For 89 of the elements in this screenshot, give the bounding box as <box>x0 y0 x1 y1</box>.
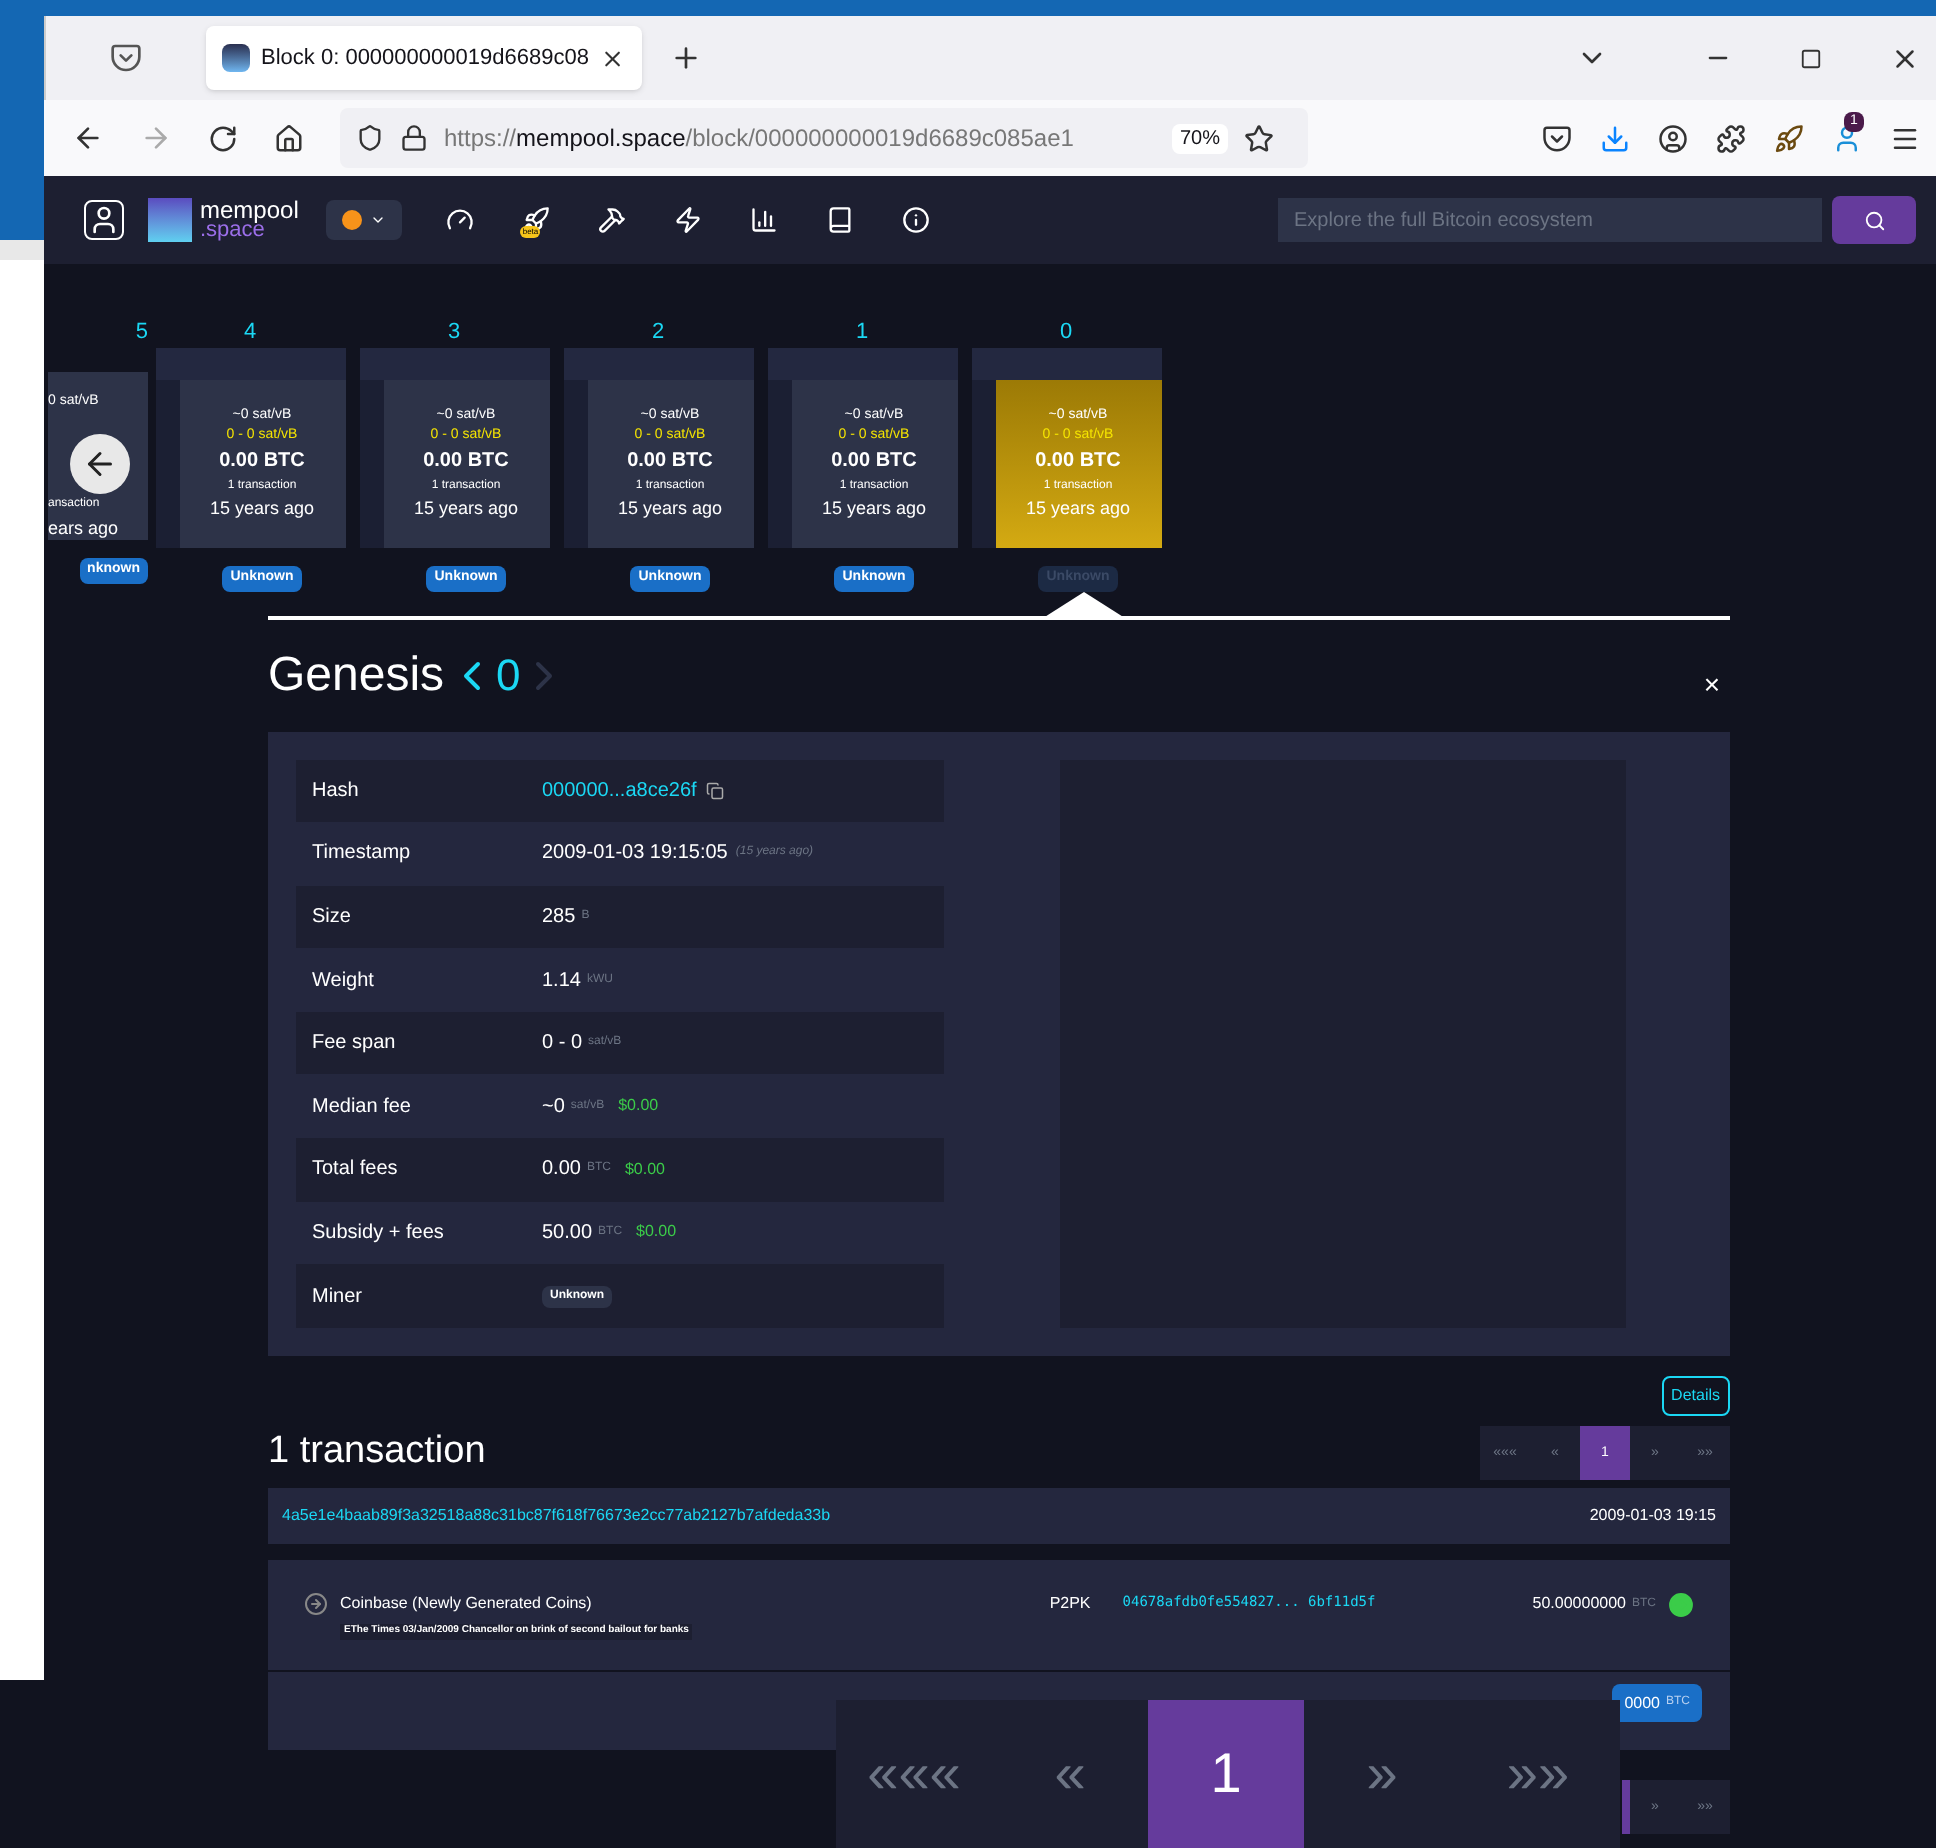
url-text: https://mempool.space/block/000000000019d6689c085ae1 <box>444 122 1076 156</box>
block-height: 1 <box>855 318 869 348</box>
address-bar[interactable]: https://mempool.space/block/000000000019d6689c085ae1 70% <box>340 108 1308 168</box>
block-height: 5 <box>135 318 148 348</box>
search-field[interactable]: Explore the full Bitcoin ecosystem <box>1278 198 1822 242</box>
page-button[interactable]: 1 <box>1148 1700 1304 1848</box>
txid-link[interactable]: 4a5e1e4baab89f3a32518a88c31bc87f618f76673e2cc77ab2127b7afdeda33b <box>282 1504 831 1529</box>
extension-icon[interactable] <box>1832 123 1862 153</box>
site-favicon <box>222 44 250 72</box>
maximize-icon[interactable] <box>1800 47 1822 69</box>
field-value: ~0 <box>542 1093 565 1122</box>
home-icon[interactable] <box>274 123 304 153</box>
user-icon[interactable] <box>84 200 124 240</box>
field-value: 0 - 0 <box>542 1030 583 1059</box>
lightning-icon[interactable] <box>674 206 703 234</box>
tab-title: Block 0: 000000000019d6689c08 <box>261 43 589 74</box>
input-label: Coinbase (Newly Generated Coins) <box>340 1592 594 1617</box>
field-value: 1.14 <box>542 967 581 996</box>
transactions-heading: 1 transaction <box>268 1427 486 1476</box>
block-age: 15 years ago <box>617 496 723 522</box>
output-amount: 50.00000000 <box>1532 1592 1626 1617</box>
total-amount: 0000 <box>1624 1691 1660 1716</box>
block-amount: 0.00 BTC <box>219 448 305 476</box>
search-icon <box>1863 209 1885 231</box>
extension-icon[interactable] <box>1774 123 1804 153</box>
bitcoin-icon <box>342 210 363 230</box>
field-value: 285 <box>542 903 576 932</box>
reload-icon[interactable] <box>208 123 238 153</box>
block-age: ears ago <box>48 516 119 540</box>
field-value: 0.00 <box>542 1156 581 1185</box>
field-value: 2009-01-03 19:15:05 <box>542 840 728 869</box>
logo-text: mempool <box>200 200 299 220</box>
close-button[interactable]: × <box>1703 664 1720 706</box>
field-label: Timestamp <box>312 840 413 869</box>
download-icon[interactable] <box>1600 123 1630 153</box>
hammer-icon[interactable] <box>598 206 627 234</box>
block-amount: 0.00 BTC <box>423 448 509 476</box>
output-type: P2PK <box>1049 1592 1091 1617</box>
block-height: 0 <box>1059 318 1073 348</box>
browser-tab[interactable]: Block 0: 000000000019d6689c08 <box>206 26 642 90</box>
block-title: Genesis <box>268 645 445 705</box>
field-value: 50.00 <box>542 1219 593 1248</box>
menu-icon[interactable] <box>1890 123 1920 153</box>
extensions-icon[interactable] <box>1716 123 1746 153</box>
fiat-value: $0.00 <box>624 1157 665 1182</box>
transaction-time: 2009-01-03 19:15 <box>1589 1504 1716 1529</box>
tab-list-icon[interactable] <box>110 42 142 74</box>
zoom-level[interactable]: 70% <box>1172 123 1229 153</box>
fiat-value: $0.00 <box>618 1094 659 1119</box>
search-button[interactable] <box>1832 196 1916 244</box>
details-button[interactable]: Details <box>1661 1375 1730 1416</box>
bookmark-star-icon[interactable] <box>1244 123 1275 153</box>
account-icon[interactable] <box>1658 123 1688 153</box>
field-label: Weight <box>312 967 376 996</box>
fiat-value: $0.00 <box>636 1220 677 1245</box>
field-label: Hash <box>312 777 361 806</box>
block-amount: 0.00 BTC <box>1035 448 1121 476</box>
mempool-logo-icon <box>148 198 192 242</box>
lock-icon[interactable] <box>400 124 428 152</box>
block-age: 15 years ago <box>821 496 927 522</box>
block-age: 15 years ago <box>209 496 315 522</box>
logo-subtext: .space <box>200 220 265 240</box>
caret-icon <box>370 212 387 228</box>
block-height: 4 <box>243 318 257 348</box>
gauge-icon[interactable] <box>446 206 475 234</box>
block-number: 0 <box>496 648 521 704</box>
pocket-icon[interactable] <box>1542 123 1572 153</box>
copy-icon[interactable] <box>706 781 725 800</box>
field-label: Median fee <box>312 1093 413 1122</box>
network-selector[interactable] <box>326 200 403 240</box>
block-height: 3 <box>447 318 461 348</box>
new-tab-icon[interactable] <box>670 42 702 74</box>
block-height: 2 <box>651 318 665 348</box>
field-label: Total fees <box>312 1156 400 1185</box>
block-age: 15 years ago <box>1025 496 1131 522</box>
window-edge <box>0 240 44 260</box>
book-icon[interactable] <box>826 206 855 234</box>
back-icon[interactable] <box>72 122 104 154</box>
shield-icon[interactable] <box>356 124 384 152</box>
hash-link[interactable]: 000000...a8ce26f <box>542 775 697 806</box>
chart-icon[interactable] <box>750 206 779 234</box>
field-label: Fee span <box>312 1030 398 1059</box>
info-icon[interactable] <box>902 206 931 234</box>
block-amount: 0.00 BTC <box>831 448 917 476</box>
block-age: 15 years ago <box>413 496 519 522</box>
field-label: Size <box>312 903 353 932</box>
field-label: Miner <box>312 1283 365 1312</box>
block-amount: 0.00 BTC <box>627 448 713 476</box>
field-label: Subsidy + fees <box>312 1219 446 1248</box>
